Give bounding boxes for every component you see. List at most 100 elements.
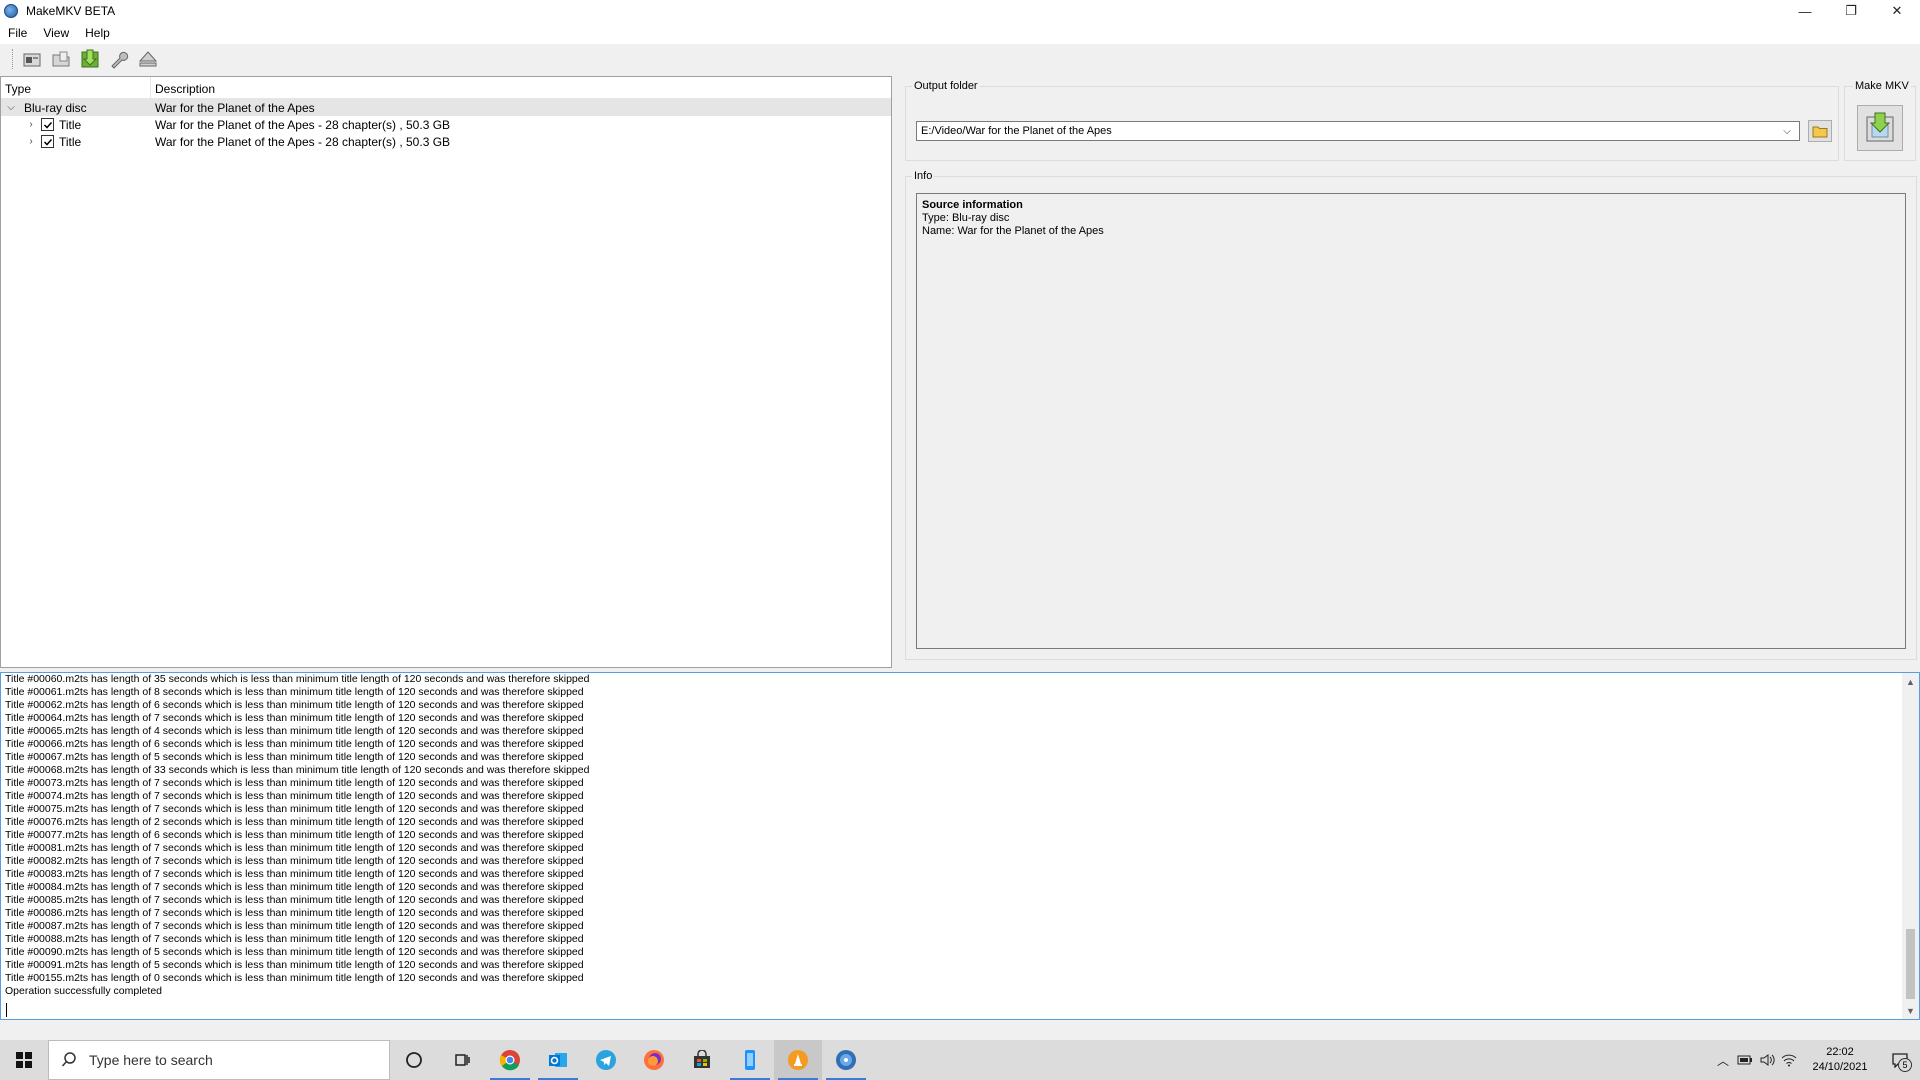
open-files-button[interactable]	[49, 47, 73, 71]
scroll-up-icon[interactable]: ▲	[1902, 673, 1919, 690]
log-line: Title #00091.m2ts has length of 5 second…	[5, 959, 584, 971]
open-files-icon	[52, 51, 70, 67]
task-view-button[interactable]	[438, 1040, 486, 1080]
source-name-line: Name: War for the Planet of the Apes	[922, 225, 1104, 237]
log-line: Title #00082.m2ts has length of 7 second…	[5, 855, 584, 867]
title-description: War for the Planet of the Apes - 28 chap…	[155, 134, 451, 149]
window-title: MakeMKV BETA	[26, 4, 116, 18]
cortana-icon	[406, 1052, 422, 1068]
eject-button[interactable]	[136, 47, 160, 71]
tray-battery-icon[interactable]	[1734, 1040, 1756, 1080]
menu-help[interactable]: Help	[77, 26, 118, 40]
log-line: Title #00077.m2ts has length of 6 second…	[5, 829, 584, 841]
tray-overflow-chevron-icon[interactable]: ︿	[1712, 1040, 1734, 1080]
tray-wifi-icon[interactable]	[1778, 1040, 1800, 1080]
checkmark-icon	[43, 138, 52, 146]
make-mkv-toolbar-button[interactable]	[78, 47, 102, 71]
toolbar	[0, 44, 1920, 74]
make-mkv-button[interactable]	[1857, 105, 1903, 151]
makemkv-app-icon	[4, 4, 18, 18]
clock-date: 24/10/2021	[1812, 1061, 1868, 1073]
title-type-label: Title	[59, 134, 82, 149]
settings-button[interactable]	[107, 47, 131, 71]
source-type-line: Type: Blu-ray disc	[922, 212, 1010, 224]
taskbar: Type here to search ︿ 22:02 24/10/2021 5	[0, 1040, 1920, 1080]
info-label: Info	[912, 170, 935, 182]
tray-volume-icon[interactable]	[1756, 1040, 1778, 1080]
make-mkv-large-icon	[1866, 112, 1894, 142]
column-header-type[interactable]: Type	[1, 77, 151, 98]
settings-wrench-icon	[111, 51, 129, 69]
log-line: Title #00064.m2ts has length of 7 second…	[5, 712, 584, 724]
info-group: Info Source information Type: Blu-ray di…	[905, 170, 1917, 660]
taskbar-search-box[interactable]: Type here to search	[48, 1040, 390, 1080]
taskbar-phone[interactable]	[726, 1040, 774, 1080]
log-line: Title #00062.m2ts has length of 6 second…	[5, 699, 584, 711]
make-mkv-label: Make MKV	[1853, 80, 1911, 92]
log-scrollbar[interactable]: ▲ ▼	[1902, 673, 1919, 1019]
title-description: War for the Planet of the Apes - 28 chap…	[155, 117, 451, 132]
log-line: Title #00067.m2ts has length of 5 second…	[5, 751, 584, 763]
title-checkbox[interactable]	[41, 135, 54, 148]
open-disc-icon	[23, 53, 41, 67]
expand-chevron-icon[interactable]: ›	[25, 136, 37, 148]
taskbar-firefox[interactable]	[630, 1040, 678, 1080]
tree-row-title[interactable]: › Title War for the Planet of the Apes -…	[1, 116, 891, 133]
taskbar-telegram[interactable]	[582, 1040, 630, 1080]
title-checkbox[interactable]	[41, 118, 54, 131]
browse-folder-button[interactable]	[1808, 120, 1832, 142]
taskbar-makemkv[interactable]	[822, 1040, 870, 1080]
taskbar-store[interactable]	[678, 1040, 726, 1080]
taskbar-vlc[interactable]	[774, 1040, 822, 1080]
store-icon	[694, 1050, 710, 1068]
minimize-button[interactable]: —	[1782, 0, 1828, 22]
menu-file[interactable]: File	[0, 26, 35, 40]
output-folder-label: Output folder	[912, 80, 980, 92]
disc-tree-panel: Type Description ⌵ Blu-ray disc War for …	[0, 76, 892, 668]
scroll-thumb[interactable]	[1906, 929, 1915, 999]
output-folder-value[interactable]: E:/Video/War for the Planet of the Apes	[921, 125, 1779, 137]
taskbar-clock[interactable]: 22:02 24/10/2021	[1800, 1045, 1880, 1075]
restore-button[interactable]: ❐	[1828, 0, 1874, 22]
task-view-icon	[455, 1054, 470, 1066]
windows-logo-icon	[16, 1052, 32, 1068]
notification-center-button[interactable]: 5	[1880, 1040, 1920, 1080]
make-mkv-group: Make MKV	[1844, 80, 1916, 161]
log-line: Operation successfully completed	[5, 985, 162, 997]
output-folder-combobox[interactable]: E:/Video/War for the Planet of the Apes …	[916, 121, 1800, 141]
tree-row-disc[interactable]: ⌵ Blu-ray disc War for the Planet of the…	[1, 99, 891, 116]
menu-view[interactable]: View	[35, 26, 77, 40]
tree-row-title[interactable]: › Title War for the Planet of the Apes -…	[1, 133, 891, 150]
log-line: Title #00087.m2ts has length of 7 second…	[5, 920, 584, 932]
taskbar-chrome[interactable]	[486, 1040, 534, 1080]
outlook-icon	[549, 1053, 567, 1067]
source-info-heading: Source information	[922, 199, 1023, 211]
output-folder-group: Output folder E:/Video/War for the Plane…	[905, 80, 1839, 161]
start-button[interactable]	[0, 1040, 48, 1080]
close-button[interactable]: ✕	[1874, 0, 1920, 22]
firefox-icon	[644, 1050, 664, 1070]
disc-type-label: Blu-ray disc	[24, 100, 87, 115]
checkmark-icon	[43, 121, 52, 129]
taskbar-outlook[interactable]	[534, 1040, 582, 1080]
log-line: Title #00085.m2ts has length of 7 second…	[5, 894, 584, 906]
toolbar-grip	[12, 49, 14, 69]
collapse-chevron-icon[interactable]: ⌵	[5, 102, 17, 114]
scroll-down-icon[interactable]: ▼	[1902, 1002, 1919, 1019]
log-line: Title #00086.m2ts has length of 7 second…	[5, 907, 584, 919]
log-line: Title #00084.m2ts has length of 7 second…	[5, 881, 584, 893]
folder-icon	[1812, 126, 1828, 138]
window-controls: — ❐ ✕	[1782, 0, 1920, 22]
expand-chevron-icon[interactable]: ›	[25, 119, 37, 131]
log-line: Title #00075.m2ts has length of 7 second…	[5, 803, 584, 815]
log-panel[interactable]: Title #00060.m2ts has length of 35 secon…	[0, 672, 1920, 1020]
log-content: Title #00060.m2ts has length of 35 secon…	[5, 673, 1895, 1019]
notification-count: 5	[1898, 1058, 1912, 1072]
open-disc-button[interactable]	[20, 47, 44, 71]
dropdown-chevron-icon[interactable]: ⌵	[1779, 126, 1795, 137]
column-header-description[interactable]: Description	[151, 77, 891, 98]
clock-time: 22:02	[1826, 1046, 1854, 1058]
makemkv-taskbar-icon	[836, 1050, 856, 1070]
search-icon	[61, 1052, 76, 1067]
cortana-button[interactable]	[390, 1040, 438, 1080]
